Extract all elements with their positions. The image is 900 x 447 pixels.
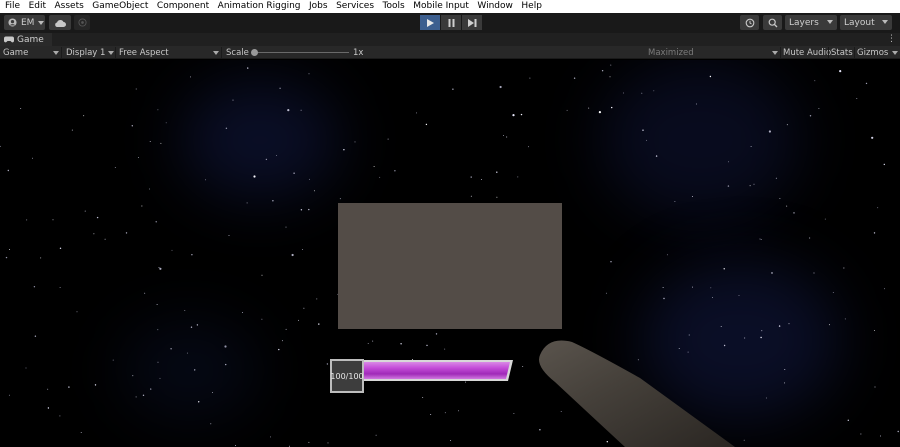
chevron-down-icon — [827, 20, 833, 24]
menu-edit[interactable]: Edit — [29, 0, 46, 13]
menu-services[interactable]: Services — [336, 0, 374, 13]
mute-audio-toggle[interactable]: Mute Audio — [783, 46, 831, 59]
account-label: EM — [21, 17, 35, 28]
first-person-arm — [539, 340, 735, 447]
chevron-down-icon — [38, 20, 45, 25]
chevron-down-icon — [882, 20, 888, 24]
chevron-down-icon — [108, 51, 114, 55]
account-dropdown[interactable]: EM — [4, 15, 45, 30]
kebab-menu-icon[interactable]: ⋮ — [887, 34, 896, 44]
chevron-down-icon — [213, 51, 219, 55]
divider — [61, 47, 62, 58]
maximized-label: Maximized — [648, 47, 694, 58]
layout-dropdown[interactable]: Layout — [840, 15, 892, 30]
aspect-dropdown[interactable]: Free Aspect — [119, 46, 219, 59]
divider — [780, 47, 781, 58]
scale-slider-handle[interactable] — [251, 49, 258, 56]
play-button[interactable] — [420, 15, 440, 30]
stats-toggle[interactable]: Stats — [831, 46, 853, 59]
menu-jobs[interactable]: Jobs — [309, 0, 328, 13]
playmode-controls — [420, 15, 483, 30]
menu-bar: File Edit Assets GameObject Component An… — [0, 0, 900, 13]
gizmos-dropdown[interactable]: Gizmos — [857, 46, 898, 59]
menu-help[interactable]: Help — [521, 0, 542, 13]
collab-icon — [77, 18, 87, 27]
scale-label: Scale — [226, 47, 249, 58]
chevron-down-icon — [772, 51, 778, 55]
mode-label: Game — [3, 47, 29, 58]
divider — [854, 47, 855, 58]
search-icon — [768, 18, 777, 27]
layers-label: Layers — [789, 17, 819, 28]
chevron-down-icon — [53, 51, 59, 55]
chevron-down-icon — [892, 51, 898, 55]
menu-animation-rigging[interactable]: Animation Rigging — [218, 0, 301, 13]
account-icon — [8, 18, 17, 27]
main-toolbar: EM Layers Layout — [0, 13, 900, 33]
aspect-label: Free Aspect — [119, 47, 169, 58]
gizmos-label: Gizmos — [857, 47, 889, 58]
menu-window[interactable]: Window — [477, 0, 513, 13]
tab-label: Game — [17, 34, 44, 45]
game-toolbar: Game Display 1 Free Aspect Scale 1x Maxi… — [0, 46, 900, 59]
scale-slider-track[interactable] — [253, 52, 349, 53]
maximized-dropdown[interactable]: Maximized — [648, 46, 778, 59]
menu-gameobject[interactable]: GameObject — [92, 0, 148, 13]
step-icon — [467, 18, 476, 27]
history-icon — [745, 18, 754, 27]
menu-mobile-input[interactable]: Mobile Input — [413, 0, 469, 13]
collab-button[interactable] — [74, 15, 90, 30]
display-label: Display 1 — [66, 47, 106, 58]
menu-component[interactable]: Component — [157, 0, 209, 13]
step-button[interactable] — [462, 15, 482, 30]
search-button[interactable] — [763, 15, 782, 30]
display-dropdown[interactable]: Display 1 — [66, 46, 114, 59]
game-viewport[interactable]: 100/100 — [0, 60, 900, 447]
divider — [828, 47, 829, 58]
divider — [221, 47, 222, 58]
tab-game[interactable]: Game — [0, 33, 52, 46]
gamepad-icon — [4, 36, 14, 43]
pause-button[interactable] — [441, 15, 461, 30]
menu-file[interactable]: File — [5, 0, 20, 13]
menu-assets[interactable]: Assets — [55, 0, 84, 13]
pause-icon — [448, 18, 454, 27]
layers-dropdown[interactable]: Layers — [785, 15, 837, 30]
play-icon — [426, 18, 434, 27]
tab-strip: Game ⋮ — [0, 33, 900, 46]
scale-value: 1x — [353, 47, 364, 58]
layout-label: Layout — [844, 17, 875, 28]
menu-tools[interactable]: Tools — [383, 0, 405, 13]
cloud-button[interactable] — [49, 15, 71, 30]
mode-dropdown[interactable]: Game — [3, 46, 60, 59]
divider — [115, 47, 116, 58]
history-button[interactable] — [740, 15, 759, 30]
cloud-icon — [55, 19, 66, 27]
